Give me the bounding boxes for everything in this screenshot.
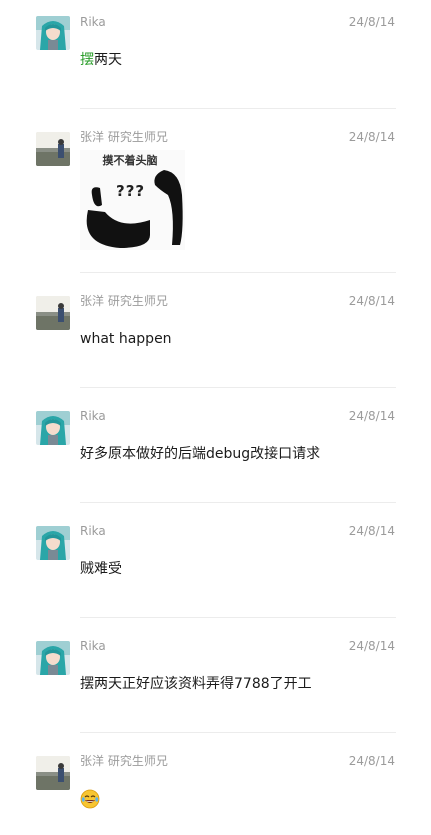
- divider: [80, 108, 396, 109]
- message-time: 24/8/14: [348, 15, 395, 29]
- message-text: what happen: [80, 331, 172, 347]
- sticker-caption: 摸不着头脑: [102, 154, 158, 167]
- sender-name: 张洋 研究生师兄: [80, 294, 168, 308]
- message-text: 摆两天: [80, 50, 122, 70]
- divider: [80, 502, 396, 503]
- avatar-zhangyang[interactable]: [36, 756, 70, 790]
- message-time: 24/8/14: [348, 294, 395, 308]
- message-time: 24/8/14: [348, 754, 395, 768]
- divider: [80, 272, 396, 273]
- avatar-zhangyang[interactable]: [36, 296, 70, 330]
- message-time: 24/8/14: [348, 409, 395, 423]
- laughing-tears-emoji-icon: [80, 789, 100, 809]
- sticker-image[interactable]: 摸不着头脑 ???: [80, 150, 185, 250]
- message-time: 24/8/14: [348, 639, 395, 653]
- avatar-rika[interactable]: [36, 641, 70, 675]
- sender-name: 张洋 研究生师兄: [80, 130, 168, 144]
- highlighted-keyword[interactable]: 摆: [80, 52, 94, 68]
- message-time: 24/8/14: [348, 130, 395, 144]
- sender-name: 张洋 研究生师兄: [80, 754, 168, 768]
- message-text: 好多原本做好的后端debug改接口请求: [80, 446, 321, 462]
- avatar-zhangyang[interactable]: [36, 132, 70, 166]
- avatar-rika[interactable]: [36, 16, 70, 50]
- avatar-rika[interactable]: [36, 411, 70, 445]
- message-text: 贼难受: [80, 561, 122, 577]
- divider: [80, 732, 396, 733]
- chat-message-list: Rika 24/8/14 摆两天 张洋 研究生师兄 24/8/14 摸不着头脑 …: [0, 0, 431, 835]
- divider: [80, 387, 396, 388]
- divider: [80, 617, 396, 618]
- sender-name: Rika: [80, 524, 106, 538]
- message-text-rest: 两天: [94, 52, 122, 68]
- sender-name: Rika: [80, 639, 106, 653]
- sticker-question-marks: ???: [116, 182, 146, 200]
- sender-name: Rika: [80, 15, 106, 29]
- message-text: 摆两天正好应该资料弄得7788了开工: [80, 676, 312, 692]
- avatar-rika[interactable]: [36, 526, 70, 560]
- message-time: 24/8/14: [348, 524, 395, 538]
- sender-name: Rika: [80, 409, 106, 423]
